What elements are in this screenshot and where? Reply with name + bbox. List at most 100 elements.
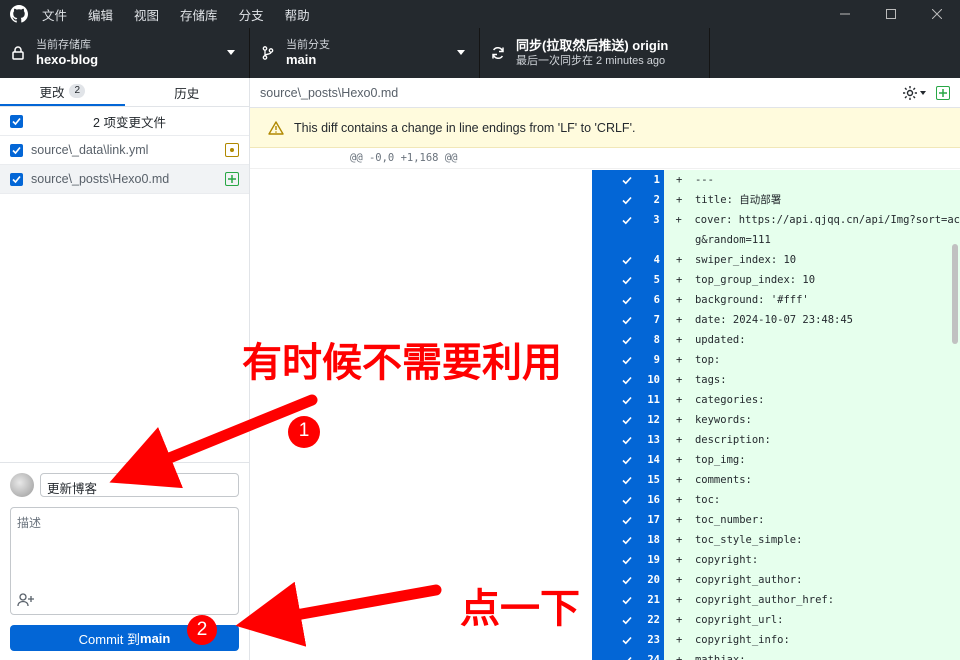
diff-line[interactable]: 12 + keywords: (612, 410, 960, 430)
diff-line[interactable]: 24 + mathjax: (612, 650, 960, 660)
line-include-toggle[interactable] (612, 590, 642, 610)
file-checkbox[interactable] (10, 172, 23, 186)
line-code: + top_group_index: 10 (664, 270, 960, 290)
line-include-toggle[interactable] (612, 610, 642, 630)
check-icon (12, 175, 21, 183)
line-include-toggle[interactable] (612, 650, 642, 660)
line-include-toggle[interactable] (612, 630, 642, 650)
menu-branch[interactable]: 分支 (239, 9, 264, 23)
diff-line[interactable]: 4 + swiper_index: 10 (612, 250, 960, 270)
branch-caption: 当前分支 (286, 39, 330, 51)
file-list-item[interactable]: source\_posts\Hexo0.md (0, 165, 249, 194)
scrollbar[interactable] (952, 244, 958, 344)
diff-line[interactable]: g&random=111 (612, 230, 960, 250)
line-include-toggle[interactable] (612, 430, 642, 450)
check-icon (622, 436, 632, 444)
line-include-toggle[interactable] (612, 230, 642, 250)
minimize-button[interactable] (822, 0, 868, 28)
diff-line[interactable]: 19 + copyright: (612, 550, 960, 570)
sync-button[interactable]: 同步(拉取然后推送) origin 最后一次同步在 2 minutes ago (480, 28, 710, 78)
line-code: + cover: https://api.qjqq.cn/api/Img?sor… (663, 210, 960, 230)
commit-button[interactable]: Commit 到 main (10, 625, 239, 651)
diff-line[interactable]: 14 + top_img: (612, 450, 960, 470)
diff-line[interactable]: 10 + tags: (612, 370, 960, 390)
added-file-icon (936, 86, 950, 100)
line-include-toggle[interactable] (612, 190, 642, 210)
line-include-toggle[interactable] (612, 270, 642, 290)
line-include-toggle[interactable] (612, 510, 642, 530)
line-include-toggle[interactable] (612, 290, 642, 310)
line-include-toggle[interactable] (612, 410, 642, 430)
diff-line[interactable]: 13 + description: (612, 430, 960, 450)
line-include-toggle[interactable] (612, 350, 642, 370)
tab-history[interactable]: 历史 (125, 78, 250, 106)
line-include-toggle[interactable] (612, 390, 642, 410)
line-code: + title: 自动部署 (664, 190, 960, 210)
line-code: + description: (664, 430, 960, 450)
diff-line[interactable]: 5 + top_group_index: 10 (612, 270, 960, 290)
file-checkbox[interactable] (10, 143, 23, 157)
changes-count-badge: 2 (69, 84, 86, 98)
line-include-toggle[interactable] (612, 170, 642, 190)
line-code: + mathjax: (664, 650, 960, 660)
diff-lines: 1 + --- 2 + title: 自动部署 3 + cover: https://ap… (250, 170, 960, 660)
diff-line[interactable]: 6 + background: '#fff' (612, 290, 960, 310)
menu-edit[interactable]: 编辑 (88, 9, 113, 23)
commit-summary-input[interactable]: 更新博客 (40, 473, 239, 497)
line-include-toggle[interactable] (612, 330, 642, 350)
line-include-toggle[interactable] (612, 490, 642, 510)
tab-changes[interactable]: 更改 2 (0, 78, 125, 106)
line-code: + tags: (664, 370, 960, 390)
line-include-toggle[interactable] (612, 470, 642, 490)
diff-line[interactable]: 16 + toc: (612, 490, 960, 510)
diff-line[interactable]: 2 + title: 自动部署 (612, 190, 960, 210)
line-include-toggle[interactable] (612, 530, 642, 550)
line-code: + toc_style_simple: (664, 530, 960, 550)
diff-line[interactable]: 9 + top: (612, 350, 960, 370)
commit-description-input[interactable]: 描述 (10, 507, 239, 615)
line-include-toggle[interactable] (612, 250, 642, 270)
diff-line[interactable]: 22 + copyright_url: (612, 610, 960, 630)
line-number: 17 (642, 510, 664, 530)
close-button[interactable] (914, 0, 960, 28)
diff-line[interactable]: 23 + copyright_info: (612, 630, 960, 650)
current-branch-button[interactable]: 当前分支 main (250, 28, 480, 78)
diff-line[interactable]: 17 + toc_number: (612, 510, 960, 530)
line-code: + updated: (664, 330, 960, 350)
current-repository-button[interactable]: 当前存储库 hexo-blog (0, 28, 250, 78)
menu-file[interactable]: 文件 (42, 9, 67, 23)
added-icon (225, 172, 239, 186)
close-icon (932, 9, 942, 19)
diff-line[interactable]: 15 + comments: (612, 470, 960, 490)
diff-line[interactable]: 18 + toc_style_simple: (612, 530, 960, 550)
line-include-toggle[interactable] (612, 450, 642, 470)
hunk-header: @@ -0,0 +1,168 @@ (250, 148, 960, 169)
menu-repository[interactable]: 存储库 (180, 9, 218, 23)
line-number: 18 (642, 530, 664, 550)
diff-settings-button[interactable] (902, 85, 926, 101)
diff-line[interactable]: 21 + copyright_author_href: (612, 590, 960, 610)
maximize-button[interactable] (868, 0, 914, 28)
menu-help[interactable]: 帮助 (285, 9, 310, 23)
line-number: 1 (642, 170, 664, 190)
diff-line[interactable]: 11 + categories: (612, 390, 960, 410)
line-include-toggle[interactable] (612, 550, 642, 570)
line-number: 15 (642, 470, 664, 490)
diff-line[interactable]: 1 + --- (612, 170, 960, 190)
menu-view[interactable]: 视图 (134, 9, 159, 23)
diff-line[interactable]: 8 + updated: (612, 330, 960, 350)
line-include-toggle[interactable] (612, 210, 642, 230)
line-number: 12 (642, 410, 664, 430)
line-include-toggle[interactable] (612, 370, 642, 390)
diff-line[interactable]: 7 + date: 2024-10-07 23:48:45 (612, 310, 960, 330)
diff-line[interactable]: 20 + copyright_author: (612, 570, 960, 590)
diff-line[interactable]: 3 + cover: https://api.qjqq.cn/api/Img?so… (612, 210, 960, 230)
check-icon (622, 456, 632, 464)
file-list-item[interactable]: source\_data\link.yml (0, 136, 249, 165)
hunk-select-gutter[interactable] (592, 170, 612, 660)
line-include-toggle[interactable] (612, 310, 642, 330)
select-all-row: 2 项变更文件 (0, 107, 249, 136)
line-include-toggle[interactable] (612, 570, 642, 590)
add-coauthor-button[interactable] (17, 593, 35, 610)
select-all-checkbox[interactable] (10, 114, 23, 128)
